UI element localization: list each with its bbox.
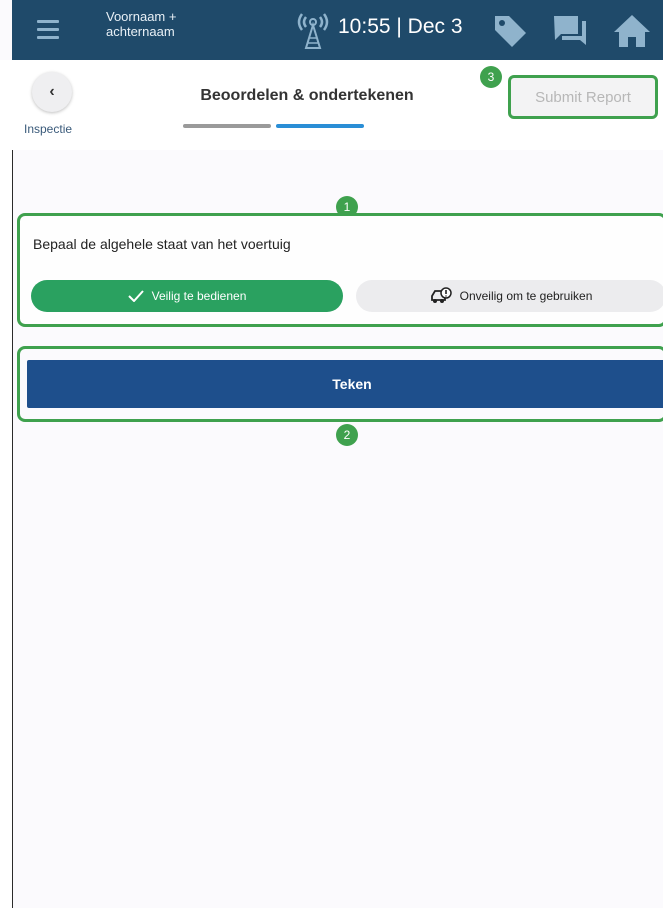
safe-to-operate-button[interactable]: Veilig te bedienen	[31, 280, 343, 312]
annotation-badge-3: 3	[480, 66, 502, 88]
user-name: Voornaam + achternaam	[106, 9, 177, 39]
checkmark-icon	[127, 290, 144, 302]
back-button[interactable]: ‹	[32, 72, 72, 112]
progress-step-1	[183, 124, 271, 128]
submit-report-button[interactable]: Submit Report	[508, 75, 658, 119]
chat-icon[interactable]	[552, 13, 588, 47]
annotation-badge-2: 2	[336, 424, 358, 446]
tag-icon[interactable]	[492, 12, 528, 48]
condition-prompt: Bepaal de algehele staat van het voertui…	[33, 236, 291, 252]
back-label: Inspectie	[24, 122, 73, 136]
hamburger-menu-icon[interactable]	[37, 20, 59, 40]
sign-section: Teken	[17, 346, 663, 422]
unsafe-label: Onveilig om te gebruiken	[459, 289, 593, 303]
time-date: 10:55 | Dec 3	[338, 15, 463, 38]
left-edge	[0, 60, 13, 908]
signal-tower-icon	[297, 13, 329, 49]
sign-button[interactable]: Teken	[27, 360, 663, 408]
home-icon[interactable]	[612, 13, 652, 49]
page-header: ‹ Inspectie Beoordelen & ondertekenen Su…	[12, 60, 663, 150]
safe-label: Veilig te bedienen	[151, 289, 247, 303]
car-warning-icon	[430, 287, 452, 303]
progress-step-2	[276, 124, 364, 128]
vehicle-condition-section: Bepaal de algehele staat van het voertui…	[17, 213, 663, 327]
unsafe-to-use-button[interactable]: Onveilig om te gebruiken	[356, 280, 663, 312]
page-title: Beoordelen & ondertekenen	[200, 87, 414, 104]
chevron-left-icon: ‹	[49, 83, 55, 100]
top-bar: Voornaam + achternaam 10:55 | Dec 3	[12, 0, 663, 60]
